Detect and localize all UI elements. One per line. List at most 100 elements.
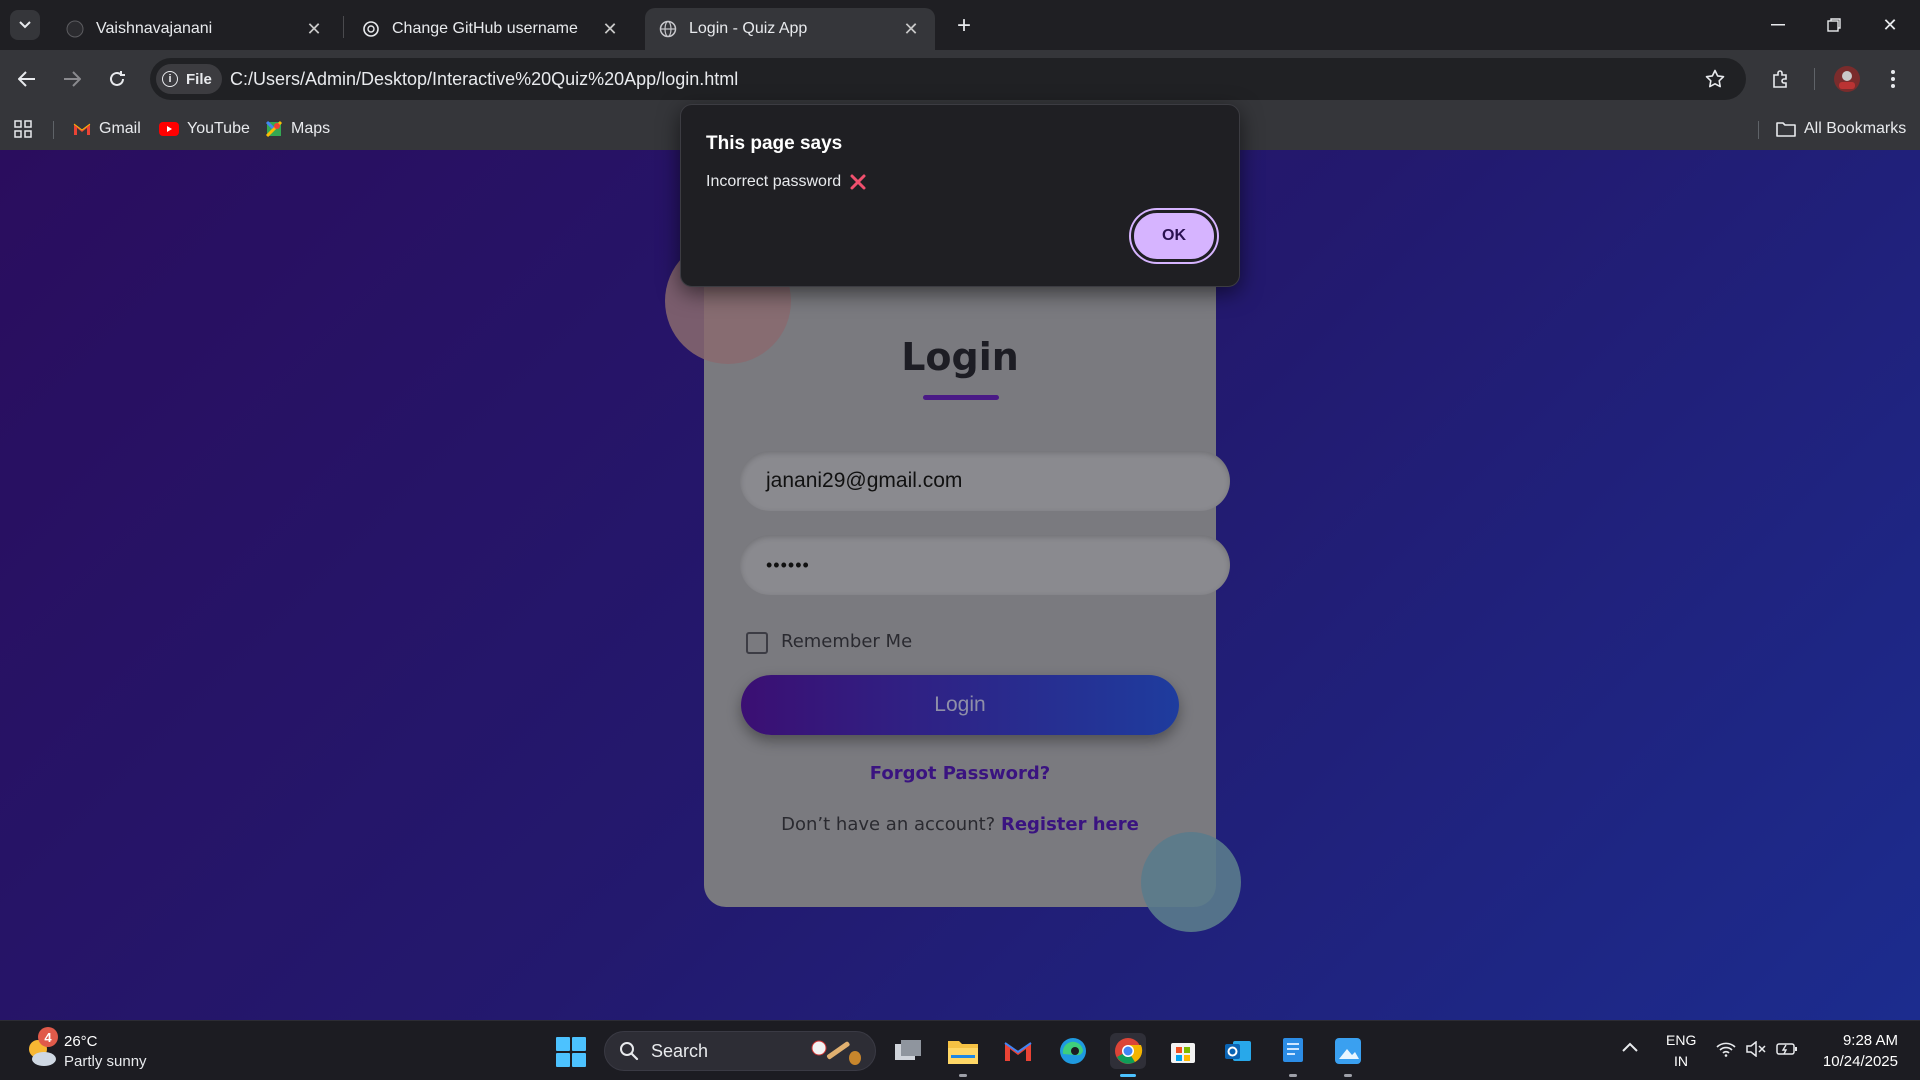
bookmark-youtube[interactable]: YouTube xyxy=(159,116,250,142)
clock-date[interactable]: 10/24/2025 xyxy=(1810,1053,1898,1070)
apps-grid-icon xyxy=(14,120,32,138)
language-region[interactable]: IN xyxy=(1666,1053,1696,1069)
avatar-icon xyxy=(1834,66,1860,92)
all-bookmarks-button[interactable]: All Bookmarks xyxy=(1776,116,1906,142)
edge-button[interactable] xyxy=(1055,1033,1091,1069)
bookmark-divider xyxy=(1758,121,1759,139)
taskbar-search[interactable]: Search xyxy=(604,1031,876,1071)
cross-mark-icon xyxy=(849,173,867,191)
apps-button[interactable] xyxy=(14,116,32,142)
url-text[interactable]: C:/Users/Admin/Desktop/Interactive%20Qui… xyxy=(230,69,738,90)
extensions-button[interactable] xyxy=(1764,62,1798,96)
battery-icon[interactable] xyxy=(1776,1041,1798,1062)
photos-app-button[interactable] xyxy=(1330,1033,1366,1077)
reload-button[interactable] xyxy=(100,62,134,96)
close-tab-icon[interactable]: ✕ xyxy=(304,19,324,39)
dialog-message: Incorrect password xyxy=(706,173,867,191)
volume-muted-icon[interactable] xyxy=(1746,1040,1766,1062)
running-indicator xyxy=(959,1074,967,1077)
info-icon: i xyxy=(162,71,178,87)
language-indicator[interactable]: ENG xyxy=(1666,1032,1696,1048)
tab-login-quiz-app[interactable]: Login - Quiz App ✕ xyxy=(645,8,935,50)
folder-icon xyxy=(948,1041,978,1064)
address-bar[interactable]: i File C:/Users/Admin/Desktop/Interactiv… xyxy=(150,58,1746,100)
bookmark-label: Maps xyxy=(291,120,331,137)
openai-icon xyxy=(362,20,380,38)
close-window-button[interactable]: ✕ xyxy=(1870,10,1910,40)
chrome-icon xyxy=(1115,1038,1143,1064)
login-heading: Login xyxy=(901,335,1019,379)
windows-logo-tile xyxy=(572,1037,586,1051)
wifi-icon[interactable] xyxy=(1716,1041,1736,1062)
back-arrow-icon xyxy=(18,71,35,87)
chevron-up-icon xyxy=(1622,1042,1638,1052)
remember-me-checkbox[interactable] xyxy=(746,632,768,654)
outlook-button[interactable] xyxy=(1220,1033,1256,1069)
login-button[interactable]: Login xyxy=(741,675,1179,735)
minimize-icon xyxy=(1771,24,1785,26)
file-explorer-button[interactable] xyxy=(945,1033,981,1077)
scheme-label: File xyxy=(186,70,212,88)
gmail-app-button[interactable] xyxy=(1000,1033,1036,1069)
close-icon: ✕ xyxy=(1882,14,1898,35)
site-info-chip[interactable]: i File xyxy=(156,64,222,94)
microsoft-store-button[interactable] xyxy=(1165,1033,1201,1069)
windows-logo-tile xyxy=(572,1053,586,1067)
gmail-icon xyxy=(1004,1042,1032,1061)
bookmark-maps[interactable]: Maps xyxy=(265,116,330,142)
task-view-button[interactable] xyxy=(890,1033,926,1069)
maps-icon xyxy=(265,120,283,138)
tab-divider xyxy=(343,16,344,38)
plus-icon: + xyxy=(956,12,971,39)
close-tab-icon[interactable]: ✕ xyxy=(901,19,921,39)
close-tab-icon[interactable]: ✕ xyxy=(600,19,620,39)
browser-menu-button[interactable] xyxy=(1876,62,1910,96)
chrome-button[interactable] xyxy=(1110,1033,1146,1077)
tab-title: Login - Quiz App xyxy=(689,20,808,37)
bookmark-divider xyxy=(53,121,54,139)
heading-underline xyxy=(923,395,999,400)
start-button[interactable] xyxy=(556,1037,586,1067)
email-field[interactable]: janani29@gmail.com xyxy=(740,451,1230,511)
notepad-app-button[interactable] xyxy=(1275,1033,1311,1077)
minimize-button[interactable] xyxy=(1758,10,1798,40)
toolbar-divider xyxy=(1814,68,1815,90)
password-field[interactable]: •••••• xyxy=(740,535,1230,595)
star-icon xyxy=(1705,69,1725,88)
new-tab-button[interactable]: + xyxy=(950,12,978,40)
show-hidden-icons-button[interactable] xyxy=(1622,1039,1638,1057)
weather-badge: 4 xyxy=(38,1027,58,1047)
windows-logo-tile xyxy=(556,1053,570,1067)
task-view-icon xyxy=(895,1040,921,1060)
tab-vaishnavajanani[interactable]: Vaishnavajanani ✕ xyxy=(52,8,338,50)
clock-time[interactable]: 9:28 AM xyxy=(1838,1032,1898,1049)
folder-icon xyxy=(1776,121,1796,137)
tab-search-button[interactable] xyxy=(10,10,40,40)
running-indicator xyxy=(1344,1074,1352,1077)
restore-button[interactable] xyxy=(1814,10,1854,40)
windows-logo-tile xyxy=(556,1037,570,1051)
restore-icon xyxy=(1827,18,1841,32)
remember-me-label[interactable]: Remember Me xyxy=(781,631,912,652)
profile-button[interactable] xyxy=(1830,62,1864,96)
dialog-message-text: Incorrect password xyxy=(706,173,842,190)
outlook-icon xyxy=(1225,1041,1251,1061)
register-link[interactable]: Register here xyxy=(1001,814,1139,835)
register-prompt-line: Don’t have an account? Register here xyxy=(704,814,1216,835)
ok-button[interactable]: OK xyxy=(1131,210,1217,262)
bookmark-star-button[interactable] xyxy=(1700,64,1730,94)
bookmark-label: YouTube xyxy=(187,120,250,137)
globe-icon xyxy=(659,20,677,38)
photos-icon xyxy=(1335,1038,1361,1064)
browser-toolbar: i File C:/Users/Admin/Desktop/Interactiv… xyxy=(0,50,1920,108)
forward-arrow-icon xyxy=(64,71,81,87)
github-icon xyxy=(66,20,84,38)
notepad-icon xyxy=(1283,1038,1303,1062)
bookmark-gmail[interactable]: Gmail xyxy=(73,116,141,142)
forgot-password-link[interactable]: Forgot Password? xyxy=(704,763,1216,784)
forward-button[interactable] xyxy=(55,62,89,96)
back-button[interactable] xyxy=(10,62,44,96)
tab-change-github-username[interactable]: Change GitHub username ✕ xyxy=(348,8,634,50)
reload-icon xyxy=(110,71,125,86)
gmail-icon xyxy=(73,122,91,136)
